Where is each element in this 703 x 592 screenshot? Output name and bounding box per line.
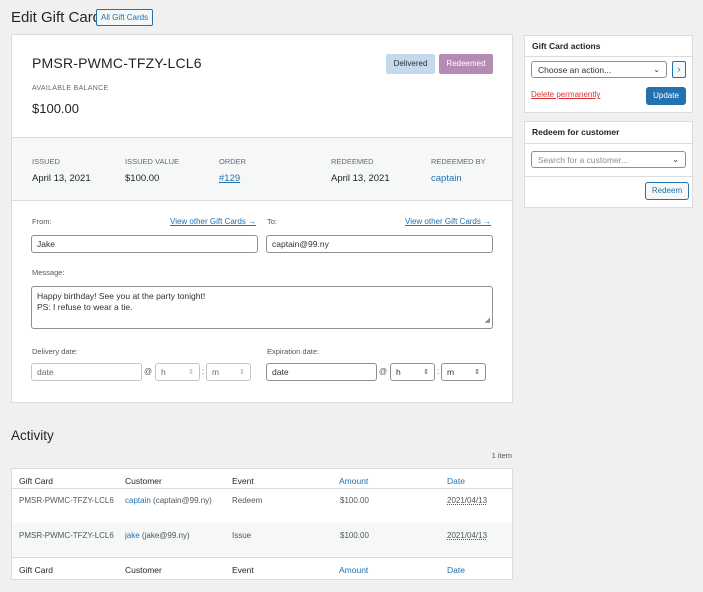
redeem-title: Redeem for customer	[532, 127, 620, 137]
table-row	[12, 523, 512, 557]
page-title: Edit Gift Card	[11, 9, 102, 26]
stats-band	[12, 137, 512, 201]
order-link[interactable]: #129	[219, 173, 240, 184]
delivery-minute-input[interactable]: m ⇕	[206, 363, 251, 381]
row-2-customer: jake (jake@99.ny)	[125, 531, 190, 540]
expiration-hour-input[interactable]: h ⇕	[390, 363, 435, 381]
delivery-colon: :	[202, 367, 205, 376]
to-label: To:	[267, 217, 278, 226]
expiration-date-input[interactable]: date	[266, 363, 377, 381]
row-1-customer-link[interactable]: captain	[125, 496, 151, 505]
from-input[interactable]: Jake	[31, 235, 258, 253]
chevron-down-icon: ⌄	[672, 155, 679, 164]
row-1-amount: $100.00	[340, 496, 369, 505]
available-balance-value: $100.00	[32, 101, 79, 116]
table-divider	[12, 557, 512, 558]
row-1-customer-email: (captain@99.ny)	[153, 496, 212, 505]
spinner-arrows-icon: ⇕	[474, 369, 480, 376]
delete-permanently-link[interactable]: Delete permanently	[531, 90, 600, 99]
divider	[525, 143, 692, 144]
column-header-event: Event	[232, 476, 254, 486]
row-2-amount: $100.00	[340, 531, 369, 540]
delivery-at-sign: @	[144, 367, 153, 376]
redeemed-by-link[interactable]: captain	[431, 173, 462, 184]
row-2-gift-card: PMSR-PWMC-TFZY-LCL6	[19, 531, 114, 540]
expiration-date-label: Expiration date:	[267, 347, 320, 356]
row-2-event: Issue	[232, 531, 252, 540]
footer-header-amount[interactable]: Amount	[339, 565, 368, 575]
issued-value-label: ISSUED VALUE	[125, 157, 180, 166]
gift-card-actions-title: Gift Card actions	[532, 41, 601, 51]
message-label: Message:	[32, 268, 65, 277]
row-2-date: 2021/04/13	[447, 531, 488, 540]
customer-search-select[interactable]: Search for a customer... ⌄	[531, 151, 686, 168]
row-1-event: Redeem	[232, 496, 263, 505]
item-count: 1 item	[491, 451, 512, 460]
message-line-1: Happy birthday! See you at the party ton…	[37, 291, 206, 301]
expiration-minute-placeholder: m	[447, 367, 455, 377]
delivery-date-label: Delivery date:	[32, 347, 78, 356]
divider	[525, 176, 692, 177]
to-view-other-link[interactable]: View other Gift Cards →	[405, 217, 491, 226]
expiration-date-placeholder: date	[272, 367, 289, 377]
chevron-down-icon: ⌄	[653, 65, 660, 74]
redeemed-label: REDEEMED	[331, 157, 374, 166]
table-divider	[12, 488, 512, 489]
to-input[interactable]: captain@99.ny	[266, 235, 493, 253]
row-1-customer: captain (captain@99.ny)	[125, 496, 212, 505]
column-header-gift-card: Gift Card	[19, 476, 54, 486]
delivery-hour-input[interactable]: h ⇕	[155, 363, 200, 381]
all-gift-cards-button[interactable]: All Gift Cards	[96, 9, 154, 26]
redeemed-value: April 13, 2021	[331, 173, 390, 184]
issued-label: ISSUED	[32, 157, 60, 166]
footer-header-gift-card: Gift Card	[19, 565, 54, 575]
gift-card-code: PMSR-PWMC-TFZY-LCL6	[32, 55, 202, 71]
spinner-arrows-icon: ⇕	[239, 369, 245, 376]
expiration-hour-placeholder: h	[396, 367, 401, 377]
message-textarea[interactable]: Happy birthday! See you at the party ton…	[31, 286, 493, 329]
from-view-other-link[interactable]: View other Gift Cards →	[170, 217, 256, 226]
issued-value-amount: $100.00	[125, 173, 160, 184]
available-balance-label: AVAILABLE BALANCE	[32, 85, 109, 92]
footer-header-customer: Customer	[125, 565, 162, 575]
delivered-badge: Delivered	[386, 54, 435, 74]
order-label: ORDER	[219, 157, 247, 166]
delivery-minute-placeholder: m	[212, 367, 220, 377]
message-line-2: PS: I refuse to wear a tie.	[37, 302, 133, 312]
row-2-customer-link[interactable]: jake	[125, 531, 140, 540]
from-label: From:	[32, 217, 52, 226]
delivery-date-placeholder: date	[37, 367, 54, 377]
column-header-amount[interactable]: Amount	[339, 476, 368, 486]
update-button[interactable]: Update	[646, 87, 686, 105]
column-header-date[interactable]: Date	[447, 476, 465, 486]
footer-header-event: Event	[232, 565, 254, 575]
divider	[525, 56, 692, 57]
column-header-customer: Customer	[125, 476, 162, 486]
resize-handle-icon[interactable]: ◢	[485, 315, 490, 326]
expiration-at-sign: @	[379, 367, 388, 376]
customer-search-placeholder: Search for a customer...	[538, 154, 629, 165]
redeem-button[interactable]: Redeem	[645, 182, 689, 200]
action-select[interactable]: Choose an action... ⌄	[531, 61, 667, 78]
expiration-minute-input[interactable]: m ⇕	[441, 363, 486, 381]
spinner-arrows-icon: ⇕	[423, 369, 429, 376]
action-select-value: Choose an action...	[538, 64, 612, 75]
issued-value: April 13, 2021	[32, 173, 91, 184]
activity-title: Activity	[11, 428, 54, 443]
expiration-colon: :	[437, 367, 440, 376]
row-1-gift-card: PMSR-PWMC-TFZY-LCL6	[19, 496, 114, 505]
row-2-customer-email: (jake@99.ny)	[141, 531, 190, 540]
to-input-value: captain@99.ny	[272, 239, 329, 249]
redeemed-badge: Redeemed	[439, 54, 493, 74]
redeemed-by-label: REDEEMED BY	[431, 157, 486, 166]
delivery-date-input[interactable]: date	[31, 363, 142, 381]
spinner-arrows-icon: ⇕	[188, 369, 194, 376]
row-1-date: 2021/04/13	[447, 496, 488, 505]
footer-header-date[interactable]: Date	[447, 565, 465, 575]
from-input-value: Jake	[37, 239, 55, 249]
delivery-hour-placeholder: h	[161, 367, 166, 377]
apply-action-button[interactable]: ›	[672, 61, 686, 78]
